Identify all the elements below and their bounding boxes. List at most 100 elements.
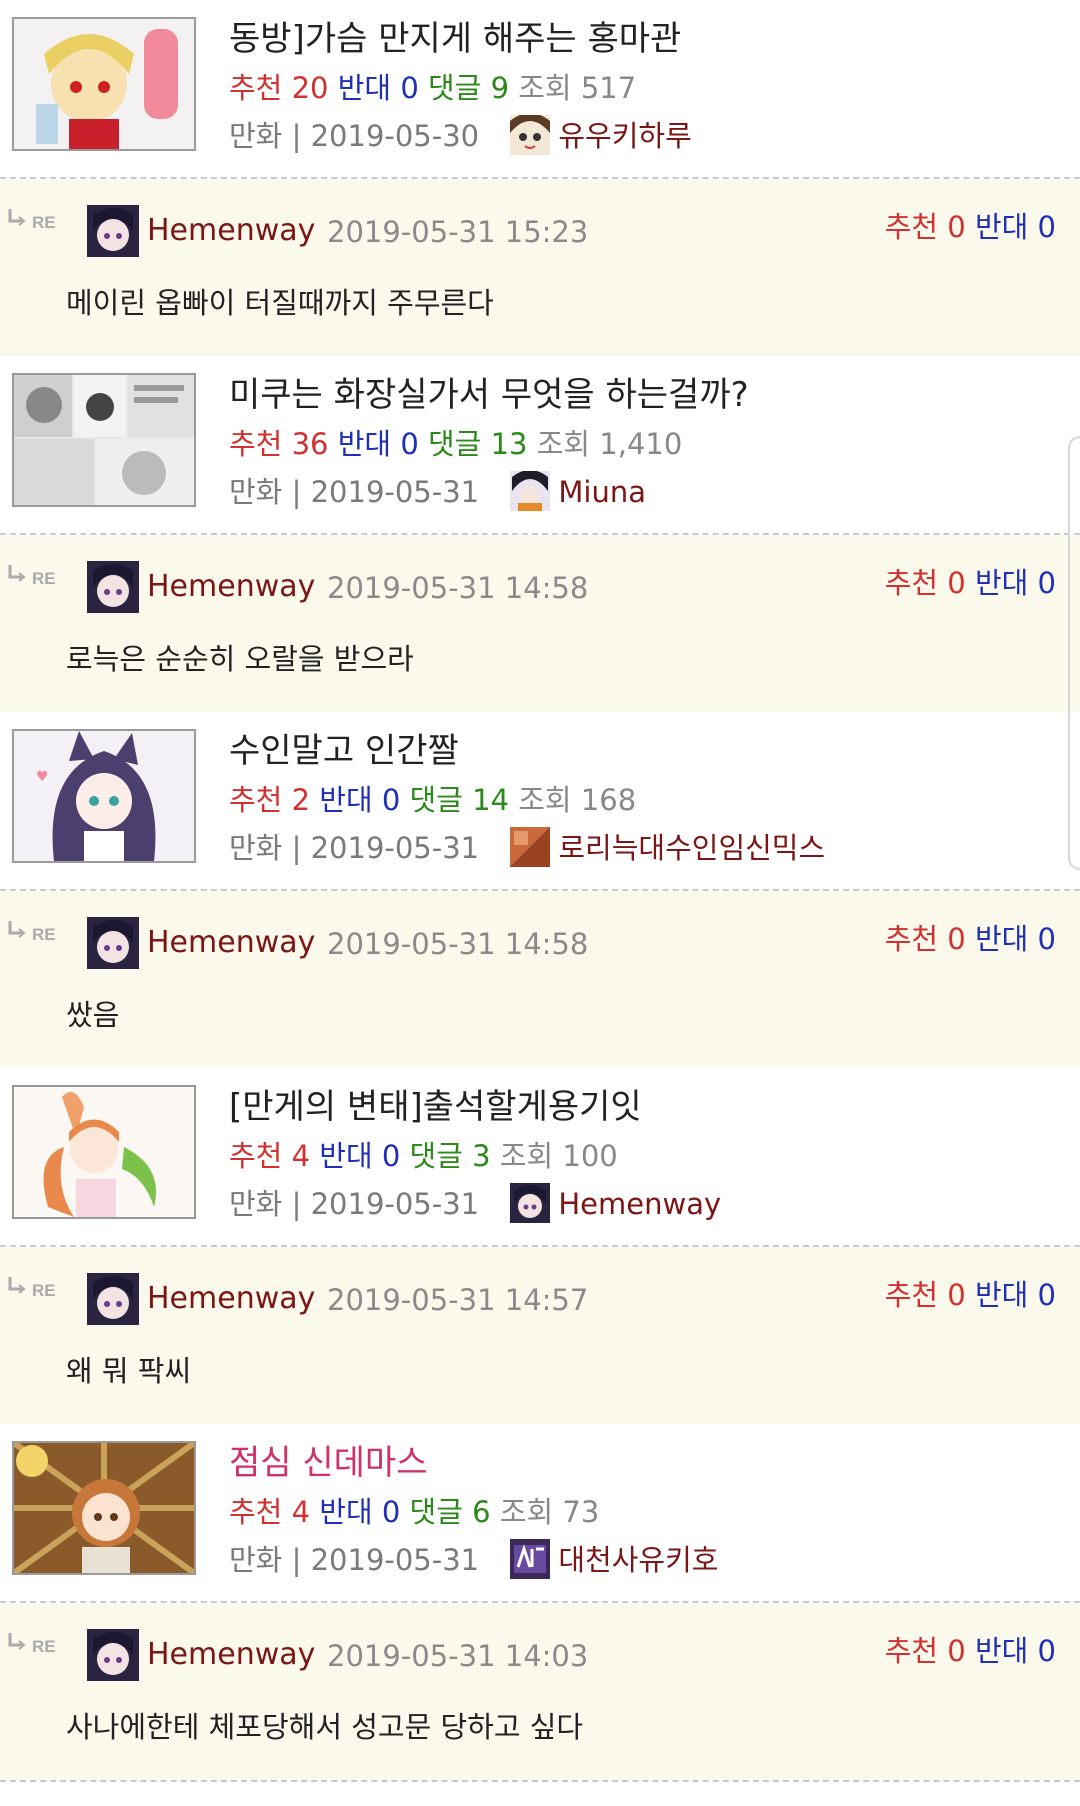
- views-count: 1,410: [599, 427, 683, 461]
- post-item[interactable]: 점심 신데마스 추천 4 반대 0 댓글 6 조회 73 만화 | 2019-0…: [0, 1424, 1080, 1601]
- author-avatar[interactable]: [510, 115, 551, 155]
- oppose-label[interactable]: 반대: [975, 210, 1028, 244]
- post-title[interactable]: 미쿠는 화장실가서 무엇을 하는걸까?: [229, 373, 749, 417]
- post-stats: 추천 20 반대 0 댓글 9 조회 517: [229, 68, 636, 108]
- recommend-label[interactable]: 추천: [885, 210, 938, 244]
- author-avatar[interactable]: [510, 1183, 551, 1223]
- reply-text: 사나에한테 체포당해서 성고문 당하고 싶다: [66, 1710, 584, 1744]
- reply-arrow-icon: RE: [6, 1631, 64, 1657]
- comments-label: 댓글: [409, 1495, 463, 1529]
- post-thumbnail[interactable]: [12, 373, 196, 507]
- reply-item[interactable]: RE Hemenway 2019-05-31 15:23 추천 0 반대 0 메…: [0, 179, 1080, 356]
- reply-author[interactable]: Hemenway: [147, 567, 315, 607]
- reply-author[interactable]: Hemenway: [147, 923, 315, 963]
- recommend-label[interactable]: 추천: [885, 566, 938, 600]
- post-author[interactable]: Miuna: [558, 475, 646, 509]
- post-item[interactable]: [만게의 변태]출석할게용기잇 추천 4 반대 0 댓글 3 조회 100 만화…: [0, 1068, 1080, 1245]
- post-thumbnail[interactable]: [12, 1441, 196, 1575]
- recommend-count: 0: [947, 1634, 966, 1668]
- comments-label: 댓글: [409, 1139, 463, 1173]
- recommend-label: 추천: [229, 1495, 283, 1529]
- author-avatar[interactable]: [510, 827, 551, 867]
- oppose-count: 0: [1037, 566, 1056, 600]
- reply-avatar[interactable]: [87, 205, 139, 257]
- comments-label: 댓글: [409, 783, 463, 817]
- oppose-count: 0: [1037, 210, 1056, 244]
- divider: [0, 1780, 1080, 1782]
- post-category: 만화: [229, 475, 283, 509]
- reply-votes: 추천 0 반대 0: [885, 1275, 1056, 1315]
- oppose-count: 0: [1037, 922, 1056, 956]
- post-title[interactable]: 점심 신데마스: [229, 1441, 428, 1485]
- post-meta: 만화 | 2019-05-31 Miuna: [229, 471, 646, 514]
- reply-item[interactable]: RE Hemenway 2019-05-31 14:57 추천 0 반대 0 왜…: [0, 1247, 1080, 1424]
- reply-item[interactable]: RE Hemenway 2019-05-31 14:03 추천 0 반대 0 사…: [0, 1603, 1080, 1780]
- reply-votes: 추천 0 반대 0: [885, 1631, 1056, 1671]
- post-date: 2019-05-31: [310, 831, 480, 865]
- comments-count: 6: [472, 1495, 491, 1529]
- post-meta: 만화 | 2019-05-30 유우키하루: [229, 115, 692, 158]
- post-title[interactable]: 수인말고 인간짤: [229, 729, 459, 773]
- post-thumbnail[interactable]: [12, 1085, 196, 1219]
- post-thumbnail[interactable]: [12, 17, 196, 151]
- reply-author[interactable]: Hemenway: [147, 211, 315, 251]
- oppose-count: 0: [1037, 1634, 1056, 1668]
- recommend-label[interactable]: 추천: [885, 1278, 938, 1312]
- reply-avatar[interactable]: [87, 561, 139, 613]
- post-author[interactable]: Hemenway: [558, 1187, 721, 1221]
- oppose-count: 0: [381, 1495, 401, 1529]
- comments-count: 13: [490, 427, 528, 461]
- category-separator: |: [282, 1543, 311, 1577]
- recommend-label[interactable]: 추천: [885, 922, 938, 956]
- post-meta: 만화 | 2019-05-31 로리늑대수인임신믹스: [229, 827, 825, 870]
- recommend-label: 추천: [229, 1139, 283, 1173]
- post-author[interactable]: 대천사유키호: [558, 1543, 718, 1577]
- oppose-label: 반대: [337, 427, 392, 461]
- recommend-label[interactable]: 추천: [885, 1634, 938, 1668]
- author-avatar[interactable]: [510, 1539, 551, 1579]
- recommend-label: 추천: [229, 71, 283, 105]
- oppose-label[interactable]: 반대: [975, 1634, 1028, 1668]
- reply-votes: 추천 0 반대 0: [885, 919, 1056, 959]
- post-date: 2019-05-31: [310, 475, 480, 509]
- views-count: 73: [562, 1495, 600, 1529]
- post-item[interactable]: 미쿠는 화장실가서 무엇을 하는걸까? 추천 36 반대 0 댓글 13 조회 …: [0, 356, 1080, 533]
- reply-arrow-icon: RE: [6, 563, 64, 589]
- post-author[interactable]: 유우키하루: [558, 119, 691, 153]
- side-scroll-handle[interactable]: [1068, 436, 1080, 870]
- reply-text: 메이린 옵빠이 터질때까지 주무른다: [66, 286, 494, 320]
- author-avatar[interactable]: [510, 471, 551, 511]
- post-meta: 만화 | 2019-05-31 대천사유키호: [229, 1539, 718, 1582]
- oppose-label[interactable]: 반대: [975, 922, 1028, 956]
- post-date: 2019-05-31: [310, 1543, 480, 1577]
- post-stats: 추천 2 반대 0 댓글 14 조회 168: [229, 780, 636, 820]
- reply-avatar[interactable]: [87, 917, 139, 969]
- reply-avatar[interactable]: [87, 1273, 139, 1325]
- reply-item[interactable]: RE Hemenway 2019-05-31 14:58 추천 0 반대 0 쌌…: [0, 891, 1080, 1068]
- recommend-count: 20: [291, 71, 329, 105]
- post-title[interactable]: 동방]가슴 만지게 해주는 홍마관: [229, 17, 681, 61]
- post-title[interactable]: [만게의 변태]출석할게용기잇: [229, 1085, 642, 1129]
- reply-item[interactable]: RE Hemenway 2019-05-31 14:58 추천 0 반대 0 로…: [0, 535, 1080, 712]
- reply-date: 2019-05-31 15:23: [327, 215, 589, 249]
- post-list: 동방]가슴 만지게 해주는 홍마관 추천 20 반대 0 댓글 9 조회 517…: [0, 0, 1080, 1782]
- reply-author[interactable]: Hemenway: [147, 1635, 315, 1675]
- post-author[interactable]: 로리늑대수인임신믹스: [558, 831, 825, 865]
- reply-arrow-icon: RE: [6, 919, 64, 945]
- reply-votes: 추천 0 반대 0: [885, 207, 1056, 247]
- post-thumbnail[interactable]: ♥: [12, 729, 196, 863]
- comments-label: 댓글: [427, 427, 482, 461]
- oppose-label[interactable]: 반대: [975, 566, 1028, 600]
- svg-text:♥: ♥: [36, 769, 49, 785]
- recommend-count: 0: [947, 922, 966, 956]
- category-separator: |: [282, 1187, 311, 1221]
- reply-date: 2019-05-31 14:03: [327, 1639, 589, 1673]
- recommend-label: 추천: [229, 783, 283, 817]
- oppose-label[interactable]: 반대: [975, 1278, 1028, 1312]
- reply-avatar[interactable]: [87, 1629, 139, 1681]
- reply-author[interactable]: Hemenway: [147, 1279, 315, 1319]
- post-item[interactable]: 동방]가슴 만지게 해주는 홍마관 추천 20 반대 0 댓글 9 조회 517…: [0, 0, 1080, 177]
- recommend-count: 0: [947, 566, 966, 600]
- post-item[interactable]: ♥ 수인말고 인간짤 추천 2 반대 0 댓글 14 조회 168 만화 | 2…: [0, 712, 1080, 889]
- views-label: 조회: [518, 783, 572, 817]
